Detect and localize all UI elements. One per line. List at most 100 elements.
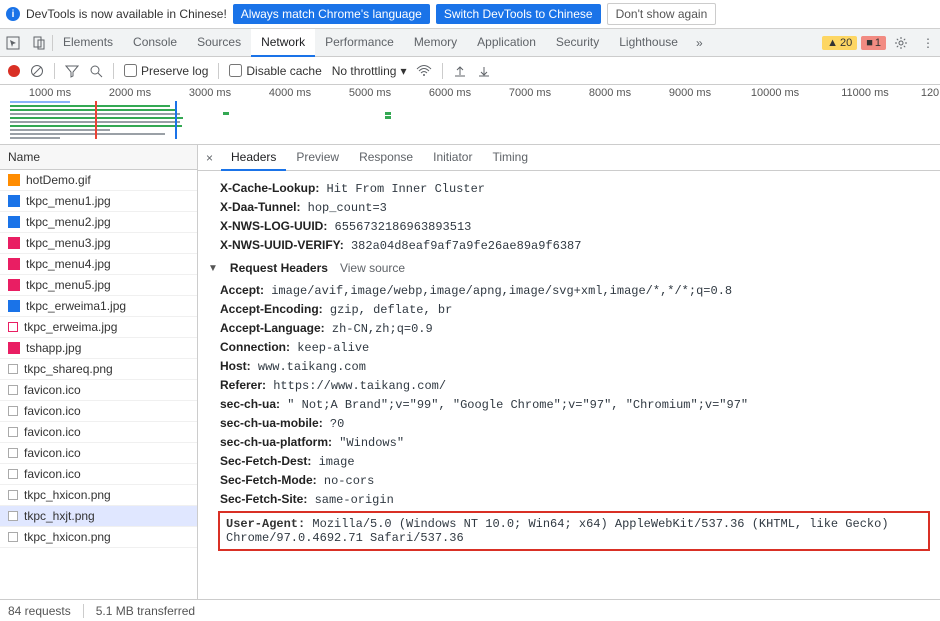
- file-name: tkpc_hxicon.png: [24, 530, 111, 544]
- info-icon: i: [6, 7, 20, 21]
- error-badge[interactable]: ■ 1: [861, 36, 886, 50]
- request-header-line: Sec-Fetch-Site: same-origin: [220, 492, 930, 507]
- more-menu-icon[interactable]: ⋮: [916, 36, 940, 50]
- file-name: tkpc_menu2.jpg: [26, 215, 111, 229]
- tab-elements[interactable]: Elements: [53, 29, 123, 57]
- file-type-icon: [8, 279, 20, 291]
- timeline-tick: 11000 ms: [841, 87, 889, 99]
- request-row[interactable]: tkpc_shareq.png: [0, 359, 197, 380]
- more-tabs-icon[interactable]: »: [688, 36, 711, 50]
- request-row[interactable]: tkpc_hxicon.png: [0, 527, 197, 548]
- request-row[interactable]: tkpc_hxjt.png: [0, 506, 197, 527]
- tab-network[interactable]: Network: [251, 29, 315, 57]
- request-header-line: Accept-Encoding: gzip, deflate, br: [220, 302, 930, 317]
- file-name: tkpc_hxjt.png: [24, 509, 95, 523]
- timeline-tick: 7000 ms: [509, 87, 551, 99]
- request-header-line: Accept-Language: zh-CN,zh;q=0.9: [220, 321, 930, 336]
- separator: [442, 63, 443, 79]
- late-bar: [385, 116, 391, 119]
- file-type-icon: [8, 342, 20, 354]
- ua-key: User-Agent:: [226, 517, 305, 531]
- disable-cache-checkbox[interactable]: Disable cache: [229, 64, 321, 78]
- tab-application[interactable]: Application: [467, 29, 546, 57]
- wifi-icon[interactable]: [416, 64, 432, 78]
- throttling-select[interactable]: No throttling ▾: [332, 64, 407, 78]
- request-headers-title: Request Headers: [230, 261, 328, 275]
- preserve-log-checkbox[interactable]: Preserve log: [124, 64, 208, 78]
- request-headers-section[interactable]: ▼ Request Headers View source: [208, 261, 930, 275]
- request-row[interactable]: tkpc_menu3.jpg: [0, 233, 197, 254]
- detail-tab-preview[interactable]: Preview: [286, 145, 349, 171]
- file-type-icon: [8, 216, 20, 228]
- file-type-icon: [8, 258, 20, 270]
- request-row[interactable]: tkpc_erweima.jpg: [0, 317, 197, 338]
- dont-show-button[interactable]: Don't show again: [607, 3, 717, 25]
- preserve-log-label: Preserve log: [141, 64, 208, 78]
- file-name: favicon.ico: [24, 383, 81, 397]
- request-header-line: Host: www.taikang.com: [220, 359, 930, 374]
- view-source-link[interactable]: View source: [340, 261, 405, 275]
- upload-icon[interactable]: [453, 64, 467, 78]
- tab-performance[interactable]: Performance: [315, 29, 404, 57]
- close-icon[interactable]: ×: [198, 151, 221, 165]
- request-row[interactable]: tkpc_menu1.jpg: [0, 191, 197, 212]
- request-header-line: sec-ch-ua-platform: "Windows": [220, 435, 930, 450]
- request-row[interactable]: tkpc_hxicon.png: [0, 485, 197, 506]
- file-type-icon: [8, 511, 18, 521]
- detail-tab-initiator[interactable]: Initiator: [423, 145, 482, 171]
- request-row[interactable]: favicon.ico: [0, 464, 197, 485]
- timeline-tick: 9000 ms: [669, 87, 711, 99]
- search-icon[interactable]: [89, 64, 103, 78]
- request-header-line: Accept: image/avif,image/webp,image/apng…: [220, 283, 930, 298]
- file-name: tkpc_shareq.png: [24, 362, 113, 376]
- request-row[interactable]: favicon.ico: [0, 401, 197, 422]
- record-button[interactable]: [8, 65, 20, 77]
- file-type-icon: [8, 448, 18, 458]
- file-type-icon: [8, 237, 20, 249]
- load-marker: [175, 101, 177, 139]
- file-type-icon: [8, 364, 18, 374]
- request-row[interactable]: tshapp.jpg: [0, 338, 197, 359]
- headers-body[interactable]: X-Cache-Lookup: Hit From Inner ClusterX-…: [198, 171, 940, 599]
- filter-icon[interactable]: [65, 64, 79, 78]
- request-row[interactable]: tkpc_menu2.jpg: [0, 212, 197, 233]
- detail-tab-timing[interactable]: Timing: [482, 145, 538, 171]
- request-row[interactable]: tkpc_menu5.jpg: [0, 275, 197, 296]
- status-bar: 84 requests 5.1 MB transferred: [0, 599, 940, 621]
- timeline-overview[interactable]: 1000 ms2000 ms3000 ms4000 ms5000 ms6000 …: [0, 85, 940, 145]
- warning-badge[interactable]: ▲ 20: [822, 36, 857, 50]
- request-row[interactable]: favicon.ico: [0, 380, 197, 401]
- request-header-line: Sec-Fetch-Mode: no-cors: [220, 473, 930, 488]
- file-name: tkpc_erweima.jpg: [24, 320, 117, 334]
- detail-tab-response[interactable]: Response: [349, 145, 423, 171]
- language-banner: i DevTools is now available in Chinese! …: [0, 0, 940, 29]
- request-header-line: sec-ch-ua-mobile: ?0: [220, 416, 930, 431]
- request-row[interactable]: favicon.ico: [0, 443, 197, 464]
- tab-security[interactable]: Security: [546, 29, 609, 57]
- request-row[interactable]: favicon.ico: [0, 422, 197, 443]
- switch-chinese-button[interactable]: Switch DevTools to Chinese: [436, 4, 601, 24]
- tab-memory[interactable]: Memory: [404, 29, 467, 57]
- file-type-icon: [8, 490, 18, 500]
- tab-lighthouse[interactable]: Lighthouse: [609, 29, 688, 57]
- device-icon[interactable]: [26, 36, 52, 50]
- detail-tab-headers[interactable]: Headers: [221, 145, 286, 171]
- match-language-button[interactable]: Always match Chrome's language: [233, 4, 430, 24]
- request-row[interactable]: hotDemo.gif: [0, 170, 197, 191]
- file-name: tkpc_menu1.jpg: [26, 194, 111, 208]
- tab-sources[interactable]: Sources: [187, 29, 251, 57]
- user-agent-highlight: User-Agent: Mozilla/5.0 (Windows NT 10.0…: [218, 511, 930, 551]
- file-type-icon: [8, 322, 18, 332]
- separator: [218, 63, 219, 79]
- inspect-icon[interactable]: [0, 36, 26, 50]
- file-name: tkpc_menu5.jpg: [26, 278, 111, 292]
- tab-console[interactable]: Console: [123, 29, 187, 57]
- file-name: tshapp.jpg: [26, 341, 81, 355]
- request-row[interactable]: tkpc_erweima1.jpg: [0, 296, 197, 317]
- clear-icon[interactable]: [30, 64, 44, 78]
- download-icon[interactable]: [477, 64, 491, 78]
- name-column-header[interactable]: Name: [0, 145, 197, 170]
- response-header-line: X-NWS-UUID-VERIFY: 382a04d8eaf9af7a9fe26…: [220, 238, 930, 253]
- request-row[interactable]: tkpc_menu4.jpg: [0, 254, 197, 275]
- settings-icon[interactable]: [886, 36, 916, 50]
